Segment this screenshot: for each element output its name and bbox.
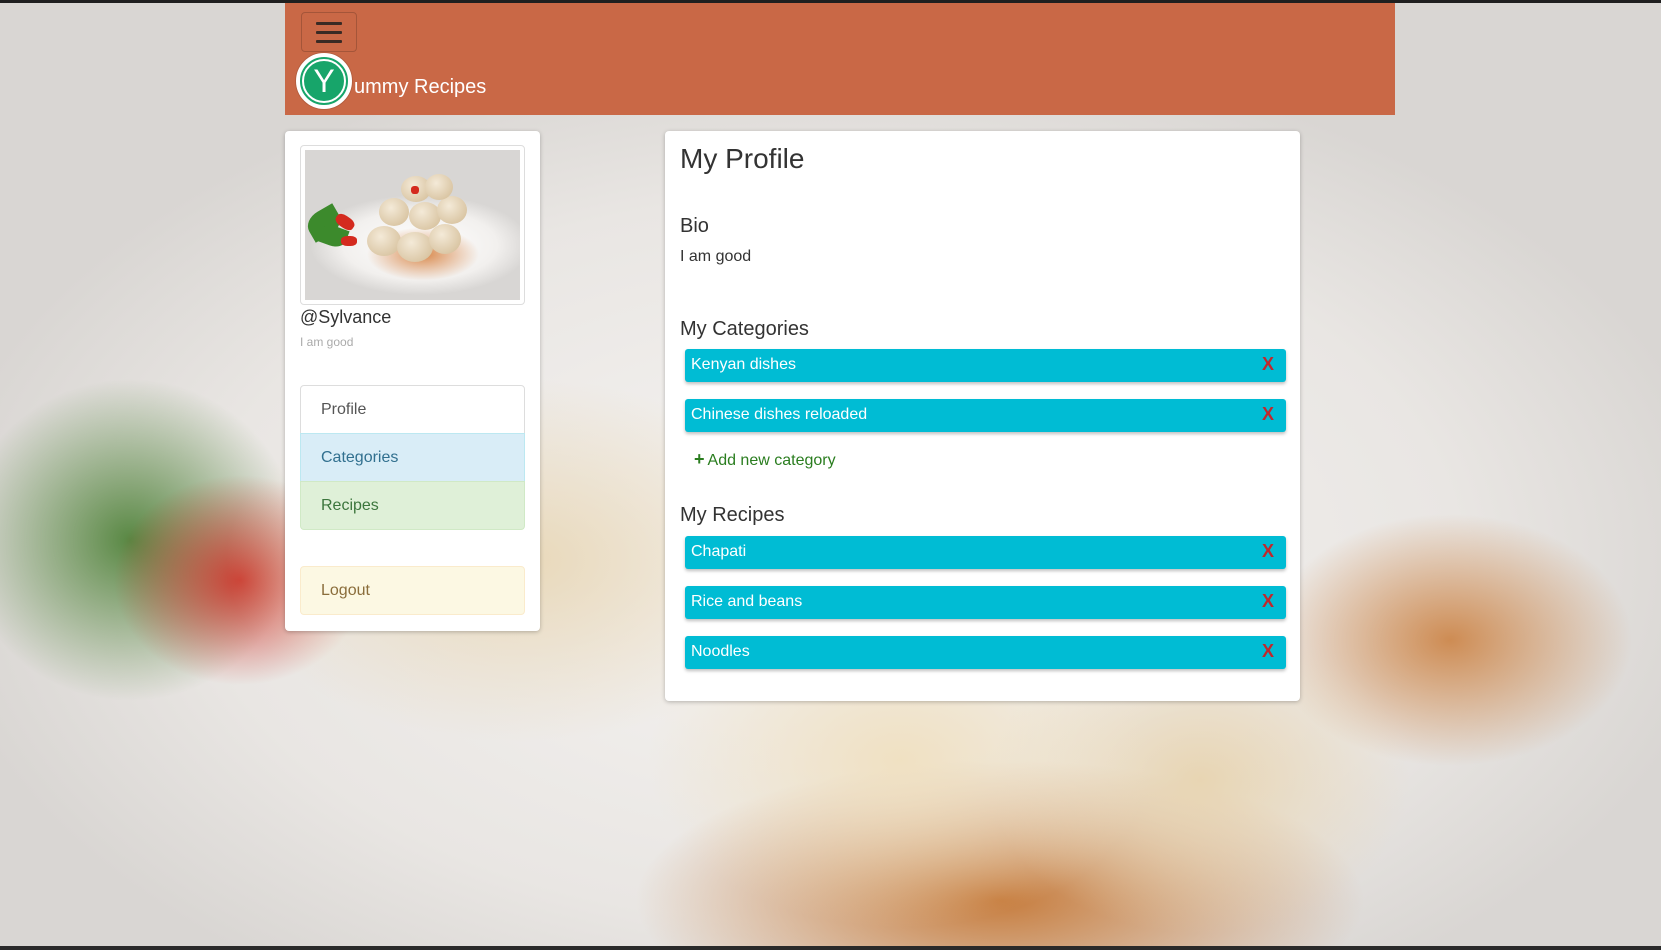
recipe-name: Chapati [691,543,747,560]
delete-category-icon[interactable]: X [1262,404,1274,425]
recipe-name: Noodles [691,643,750,660]
category-item[interactable]: Kenyan dishes X [685,349,1286,382]
recipe-item[interactable]: Rice and beans X [685,586,1286,619]
sidebar-item-profile[interactable]: Profile [300,385,525,434]
brand-name[interactable]: ummy Recipes [354,76,486,99]
window-bottom-border [0,946,1661,950]
profile-picture [300,145,525,305]
brand-logo[interactable]: Y [296,53,352,109]
profile-username: @Sylvance [300,307,392,327]
add-category-label: Add new category [707,452,836,469]
top-navbar: Y ummy Recipes [285,3,1395,115]
delete-recipe-icon[interactable]: X [1262,541,1274,562]
delete-recipe-icon[interactable]: X [1262,641,1274,662]
category-item[interactable]: Chinese dishes reloaded X [685,399,1286,432]
delete-recipe-icon[interactable]: X [1262,591,1274,612]
plus-icon: + [694,449,705,469]
sidebar-item-categories[interactable]: Categories [300,433,525,482]
profile-main-panel: My Profile Bio I am good My Categories K… [665,131,1300,701]
delete-category-icon[interactable]: X [1262,354,1274,375]
category-name: Chinese dishes reloaded [691,406,868,423]
bio-text: I am good [680,248,752,265]
brand-logo-initial: Y [302,59,346,103]
bio-heading: Bio [680,215,709,237]
logout-button[interactable]: Logout [300,566,525,615]
category-name: Kenyan dishes [691,356,796,373]
page-title: My Profile [680,143,805,174]
sidebar-item-recipes[interactable]: Recipes [300,481,525,530]
categories-heading: My Categories [680,318,809,340]
profile-sidebar: @Sylvance I am good Profile Categories R… [285,131,540,631]
recipe-name: Rice and beans [691,593,803,610]
hamburger-icon [316,21,342,25]
recipe-item[interactable]: Chapati X [685,536,1286,569]
profile-bio-snippet: I am good [300,335,354,349]
recipe-item[interactable]: Noodles X [685,636,1286,669]
sidebar-nav: Profile Categories Recipes [300,385,525,530]
recipes-heading: My Recipes [680,504,785,526]
hamburger-menu-button[interactable] [301,12,357,52]
add-category-link[interactable]: + Add new category [694,449,836,470]
